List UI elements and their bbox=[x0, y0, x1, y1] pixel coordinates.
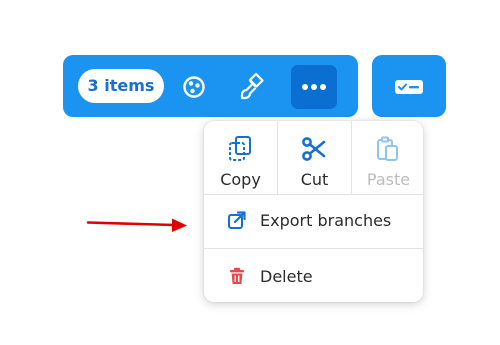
style-brush-button[interactable] bbox=[229, 65, 275, 109]
export-branches-item[interactable]: Export branches bbox=[204, 199, 423, 243]
copy-icon bbox=[229, 136, 251, 161]
copy-action[interactable]: Copy bbox=[204, 121, 277, 194]
shapes-button[interactable] bbox=[171, 65, 217, 109]
menu-divider bbox=[204, 194, 423, 195]
paste-label: Paste bbox=[366, 170, 411, 189]
cut-label: Cut bbox=[300, 170, 329, 189]
more-options-menu: Copy Cut Paste Export branches Delete bbox=[204, 121, 423, 302]
more-dots-icon bbox=[302, 84, 326, 90]
clipboard-icon bbox=[377, 136, 398, 161]
card-check-button[interactable] bbox=[372, 55, 446, 117]
selection-count-badge[interactable]: 3 items bbox=[78, 69, 164, 103]
annotation-arrow-icon bbox=[86, 218, 187, 232]
more-options-button[interactable] bbox=[291, 65, 337, 109]
delete-item[interactable]: Delete bbox=[204, 255, 423, 299]
delete-label: Delete bbox=[260, 267, 313, 286]
copy-label: Copy bbox=[220, 170, 261, 189]
cut-action[interactable]: Cut bbox=[278, 121, 351, 194]
selection-toolbar: 3 items bbox=[63, 55, 358, 117]
card-check-icon bbox=[395, 80, 423, 94]
export-icon bbox=[228, 211, 246, 229]
paste-action[interactable]: Paste bbox=[352, 121, 425, 194]
menu-divider bbox=[204, 248, 423, 249]
trash-icon bbox=[230, 267, 244, 284]
paint-brush-icon bbox=[240, 72, 264, 100]
scissors-icon bbox=[302, 137, 326, 161]
export-branches-label: Export branches bbox=[260, 211, 392, 230]
shapes-icon bbox=[183, 76, 205, 98]
